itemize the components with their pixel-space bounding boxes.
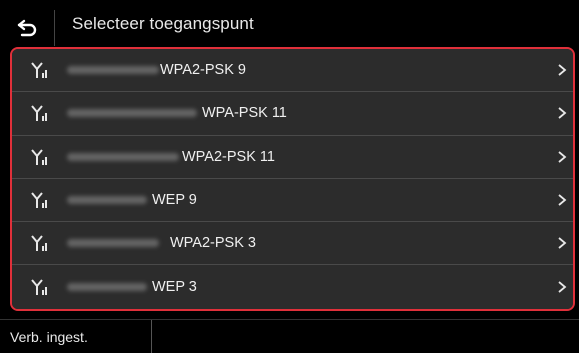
ssid-masked: [67, 152, 179, 161]
chevron-right-icon: [558, 107, 567, 120]
security-type: WPA2-PSK 3: [170, 235, 256, 252]
security-type: WPA2-PSK 11: [182, 148, 275, 165]
security-type: WEP 9: [152, 192, 197, 209]
ssid-masked: [67, 66, 159, 75]
wireless-signal-icon: [31, 149, 47, 165]
header: Selecteer toegangspunt: [0, 0, 579, 46]
wireless-signal-icon: [31, 235, 47, 252]
access-point-row[interactable]: WEP 3: [12, 265, 573, 309]
chevron-right-icon: [558, 151, 567, 163]
security-type: WEP 3: [152, 279, 197, 296]
access-point-row[interactable]: WEP 9: [12, 178, 573, 223]
wireless-signal-icon: [31, 62, 47, 79]
access-point-list: WPA2-PSK 9 WPA-PSK 11 WPA2-PSK 11 WEP 9 …: [10, 47, 575, 311]
access-point-row[interactable]: WPA2-PSK 3: [12, 222, 573, 266]
wireless-signal-icon: [31, 105, 47, 122]
back-arrow-icon: [17, 19, 37, 37]
ssid-masked: [67, 283, 147, 292]
chevron-right-icon: [558, 237, 567, 250]
access-point-row[interactable]: WPA2-PSK 9: [12, 49, 573, 93]
ssid-masked: [67, 109, 197, 118]
chevron-right-icon: [558, 194, 567, 206]
wireless-signal-icon: [31, 279, 47, 296]
security-type: WPA2-PSK 9: [160, 62, 246, 79]
security-type: WPA-PSK 11: [202, 105, 287, 122]
access-point-row[interactable]: WPA-PSK 11: [12, 92, 573, 136]
wireless-signal-icon: [31, 192, 47, 209]
access-point-row[interactable]: WPA2-PSK 11: [12, 135, 573, 179]
back-button[interactable]: [0, 10, 55, 46]
ssid-masked: [67, 239, 159, 248]
ssid-masked: [67, 196, 147, 205]
footer-bar: Verb. ingest.: [0, 319, 579, 353]
chevron-right-icon: [558, 281, 567, 293]
chevron-right-icon: [558, 64, 567, 76]
connection-settings-button[interactable]: Verb. ingest.: [0, 320, 152, 353]
page-title: Selecteer toegangspunt: [72, 14, 254, 33]
